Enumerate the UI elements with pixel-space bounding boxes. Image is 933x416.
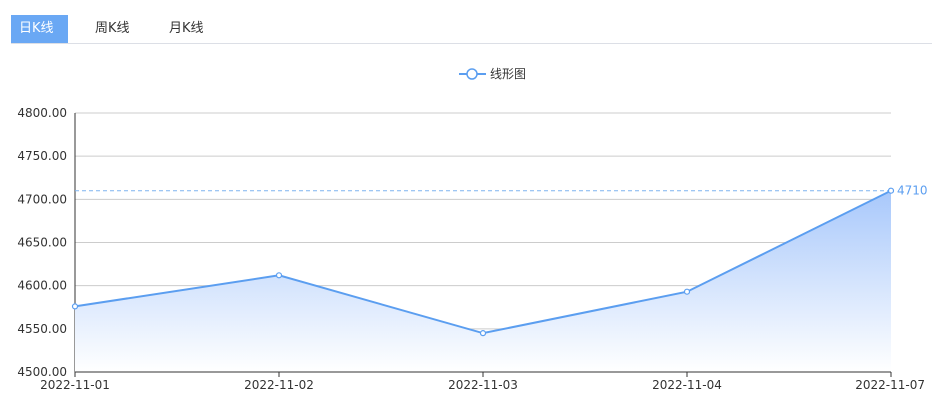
legend[interactable]: 线形图 xyxy=(459,67,526,81)
y-tick-label: 4650.00 xyxy=(17,236,67,250)
mark-line-label: 4710 xyxy=(897,184,928,198)
legend-circle-icon xyxy=(466,68,478,80)
y-axis: 4500.00 4550.00 4600.00 4650.00 4700.00 4750.… xyxy=(17,106,76,379)
x-tick-label: 2022-11-04 xyxy=(652,378,722,392)
data-point xyxy=(275,272,283,279)
data-point xyxy=(887,187,895,194)
y-tick-label: 4750.00 xyxy=(17,149,67,163)
y-tick-label: 4550.00 xyxy=(17,322,67,336)
x-tick-label: 2022-11-01 xyxy=(40,378,110,392)
y-tick-label: 4600.00 xyxy=(17,279,67,293)
x-axis: 2022-11-01 2022-11-02 2022-11-03 2022-11-04… xyxy=(40,371,925,392)
y-tick-label: 4700.00 xyxy=(17,192,67,206)
data-point xyxy=(683,288,691,295)
data-point xyxy=(479,330,487,337)
area-fill xyxy=(75,190,891,372)
data-point xyxy=(71,303,79,310)
x-tick-label: 2022-11-07 xyxy=(855,378,925,392)
y-tick-label: 4800.00 xyxy=(17,106,67,120)
legend-label: 线形图 xyxy=(490,67,526,81)
x-tick-label: 2022-11-02 xyxy=(244,378,314,392)
y-tick-label: 4500.00 xyxy=(17,365,67,379)
line-chart: 线形图 4500.004550.004600.004650.004700.004… xyxy=(17,67,928,392)
x-tick-label: 2022-11-03 xyxy=(448,378,518,392)
